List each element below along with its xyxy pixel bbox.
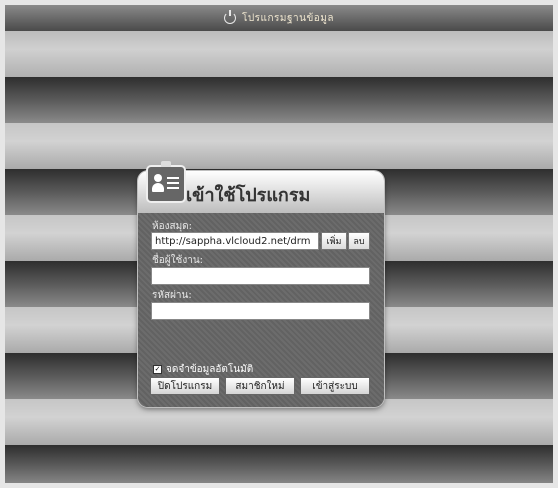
stripe-band [5, 123, 553, 169]
user-card-icon [146, 161, 186, 203]
password-input[interactable] [151, 302, 370, 320]
remember-checkbox[interactable]: ✓ [153, 365, 162, 374]
remember-option[interactable]: ✓ จดจำข้อมูลอัตโนมัติ [153, 362, 253, 377]
login-button[interactable]: เข้าสู่ระบบ [300, 377, 370, 395]
add-button[interactable]: เพิ่ม [321, 232, 347, 250]
stripe-band [5, 77, 553, 123]
library-url-input[interactable] [151, 232, 319, 250]
power-icon[interactable] [223, 10, 236, 24]
title-bar: โปรแกรมฐานข้อมูล [5, 5, 553, 31]
close-program-button[interactable]: ปิดโปรแกรม [150, 377, 220, 395]
delete-button[interactable]: ลบ [348, 232, 370, 250]
username-input[interactable] [151, 267, 370, 285]
username-label: ชื่อผู้ใช้งาน: [152, 255, 204, 266]
new-member-button[interactable]: สมาชิกใหม่ [225, 377, 295, 395]
remember-label: จดจำข้อมูลอัตโนมัติ [166, 364, 254, 375]
password-label: รหัสผ่าน: [152, 290, 192, 301]
stripe-band [5, 445, 553, 483]
stripe-band [5, 31, 553, 77]
app-title: โปรแกรมฐานข้อมูล [241, 12, 335, 24]
dialog-header: เข้าใช้โปรแกรม [138, 161, 384, 213]
login-dialog: เข้าใช้โปรแกรม ห้องสมุด: เพิ่ม ลบ ชื่อผู… [138, 161, 384, 407]
dialog-title: เข้าใช้โปรแกรม [186, 185, 311, 206]
